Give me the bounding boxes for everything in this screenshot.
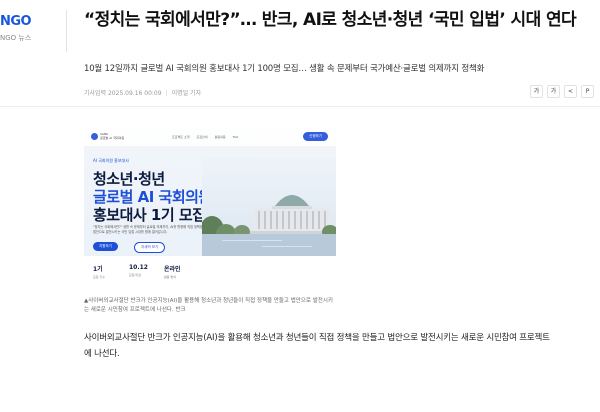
hero-stat: 10.12 모집 마감 (129, 264, 167, 277)
article-headline: “정치는 국회에서만?”… 반크, AI로 청소년·청년 ‘국민 입법’ 시대 … (84, 10, 577, 30)
hero-logo-icon (91, 133, 98, 140)
hero-stat-value: 온라인 (164, 266, 181, 273)
hero-stat: 온라인 활동 방식 (164, 264, 202, 279)
hero-title-line3: 홍보대사 1기 모집 (93, 206, 206, 224)
hero-nav-item: 활동내용 (214, 135, 226, 139)
article-image: VANK 글로벌 AI 국회의원 프로젝트 소개 모집안내 활동내용 FAQ 신… (84, 128, 336, 293)
hero-nav-item: 모집안내 (196, 135, 208, 139)
content-divider (0, 106, 600, 107)
hero-stat: 1기 모집 기수 (93, 264, 131, 279)
hero-brand: VANK 글로벌 AI 국회의원 (100, 132, 124, 140)
site-logo[interactable]: NGO (0, 14, 32, 29)
font-increase-button[interactable]: 가 (547, 85, 560, 98)
hero-apply-button: 지원하기 (93, 242, 118, 251)
hero-nav: 프로젝트 소개 모집안내 활동내용 FAQ (172, 135, 238, 139)
article-meta: 기사입력 2025.09.16 00:09 | 이명일 기자 (84, 90, 202, 97)
hero-stat-value: 10.12 (129, 264, 148, 271)
hero-eyebrow: AI 국회의원 홍보대사 (93, 158, 129, 163)
site-logo-sub: NGO 뉴스 (0, 34, 32, 42)
hero-brand-line2: 글로벌 AI 국회의원 (100, 136, 125, 140)
hero-stat-value: 1기 (93, 266, 103, 273)
print-button[interactable]: P (581, 85, 594, 98)
hero-details-button: 자세히 보기 (134, 242, 166, 253)
hero-header: VANK 글로벌 AI 국회의원 프로젝트 소개 모집안내 활동내용 FAQ 신… (84, 128, 336, 146)
hero-stat-label: 활동 방식 (164, 275, 176, 279)
article-reporter: 이명일 기자 (171, 90, 202, 97)
article-toolbar: 가 가 < P (530, 85, 594, 98)
hero-nav-item: 프로젝트 소개 (172, 135, 190, 139)
hero-cta: 신청하기 (303, 132, 328, 141)
hero-nav-item: FAQ (232, 135, 239, 139)
article-subhead: 10월 12일까지 글로벌 AI 국회의원 홍보대사 1기 100명 모집… 생… (84, 64, 485, 74)
article-body: 사이버외교사절단 반크가 인공지능(AI)을 활용해 청소년과 청년들이 직접 … (84, 333, 550, 359)
hero-stats: 1기 모집 기수 10.12 모집 마감 온라인 활동 방식 (84, 256, 336, 293)
font-decrease-button[interactable]: 가 (530, 85, 543, 98)
hero-stat-label: 모집 마감 (129, 273, 141, 277)
image-caption: ▲사이버외교사절단 반크가 인공지능(AI)을 활용해 청소년과 청년들이 직접… (84, 298, 333, 313)
hero-stat-label: 모집 기수 (93, 275, 105, 279)
header-divider (66, 10, 67, 52)
share-button[interactable]: < (564, 85, 577, 98)
national-assembly-illustration (202, 158, 336, 256)
article-date: 기사입력 2025.09.16 00:09 (84, 90, 162, 97)
hero-description: "정치는 국회에서만?" 생활 속 문제부터 글로벌 의제까지, AI를 활용해… (93, 225, 213, 234)
